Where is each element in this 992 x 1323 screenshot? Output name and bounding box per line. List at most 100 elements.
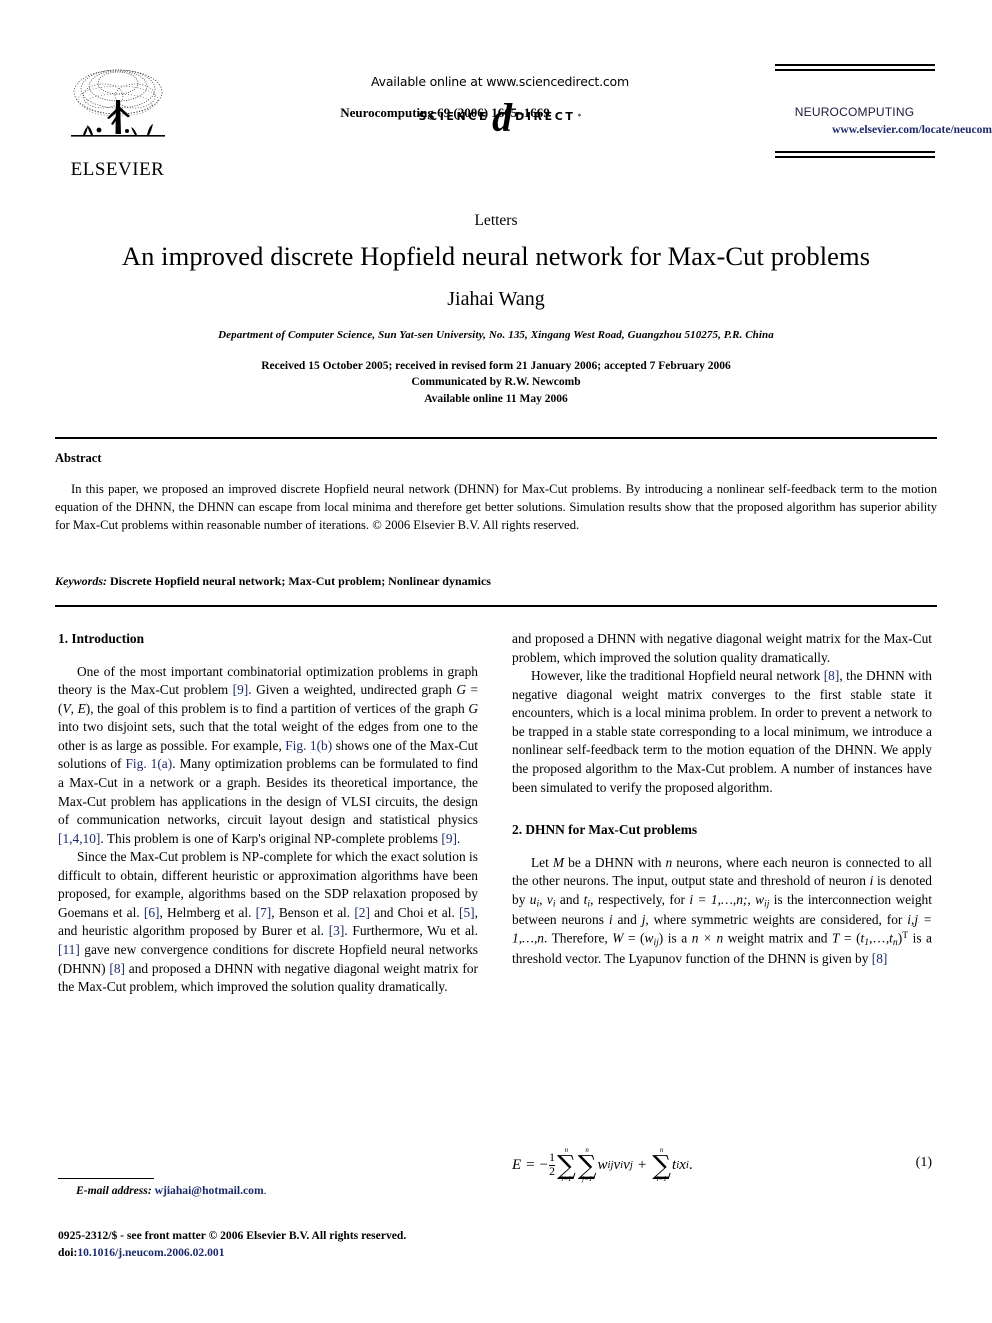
citation-ref-3[interactable]: [3] xyxy=(329,923,345,938)
elsevier-tree-icon xyxy=(70,69,165,137)
text-run: weight matrix and xyxy=(723,930,833,946)
citation-ref-7[interactable]: [7] xyxy=(256,905,272,920)
journal-citation-line: Neurocomputing 69 (2006) 1665–1669 xyxy=(340,105,550,120)
eq-term1-w: w xyxy=(597,1156,608,1173)
elsevier-wordmark: ELSEVIER xyxy=(70,159,165,180)
text-run: , xyxy=(539,891,547,907)
keywords-label: Keywords: xyxy=(55,574,107,588)
section-heading-introduction: 1. Introduction xyxy=(58,631,145,646)
citation-ref-6[interactable]: [6] xyxy=(144,905,160,920)
body-column-left: 1. Introduction One of the most importan… xyxy=(58,630,478,997)
eq-sum-1-sigma: ∑ xyxy=(556,1150,576,1181)
math-range-i: i = 1,…,n; xyxy=(689,891,748,907)
journal-title: NEUROCOMPUTING xyxy=(794,101,915,120)
text-run: , xyxy=(70,700,78,716)
text-run: . xyxy=(457,830,461,846)
citation-ref-1-4-10[interactable]: [1,4,10] xyxy=(58,831,100,846)
equation-1: E = − 1 2 n ∑ i=1 n ∑ j=1 w ij v i v j + n ∑ xyxy=(512,1147,932,1183)
history-available-online: Available online 11 May 2006 xyxy=(424,392,568,405)
history-received: Received 15 October 2005; received in re… xyxy=(261,360,731,372)
journal-homepage-link[interactable]: www.elsevier.com/locate/neucom xyxy=(792,124,992,136)
text-run: , where symmetric weights are considered… xyxy=(645,911,908,927)
email-address-link[interactable]: wjiahai@hotmail.com xyxy=(155,1184,264,1197)
eq-fraction-half: 1 2 xyxy=(549,1151,555,1178)
text-run: be a DHNN with xyxy=(564,854,666,870)
text-run: , Benson et al. xyxy=(271,904,355,920)
journal-rule-top xyxy=(774,64,935,71)
text-run: ), the goal of this problem is to find a… xyxy=(85,700,469,716)
email-period: . xyxy=(263,1184,267,1197)
text-run: , xyxy=(747,891,756,907)
eq-period: . xyxy=(688,1156,693,1173)
journal-masthead-box: NEUROCOMPUTING xyxy=(772,64,937,158)
page-title: An improved discrete Hopfield neural net… xyxy=(121,241,871,271)
eq-sum-2: n ∑ j=1 xyxy=(578,1147,597,1184)
footnote-email: E-mail address: wjiahai@hotmail.com. xyxy=(58,1184,478,1197)
abstract-body: In this paper, we proposed an improved d… xyxy=(55,482,937,533)
available-online-text: Available online at www.sciencedirect.co… xyxy=(371,74,629,89)
text-run: , Helmberg et al. xyxy=(159,904,256,920)
text-run: . Furthermore, Wu et al. xyxy=(344,923,478,939)
eq-minus: − xyxy=(539,1156,549,1173)
author-name: Jiahai Wang xyxy=(447,288,545,310)
text-run: However, like the traditional Hopfield n… xyxy=(531,668,824,684)
math-var-G: G xyxy=(456,682,467,698)
citation-ref-5[interactable]: [5] xyxy=(459,905,475,920)
citation-ref-8[interactable]: [8] xyxy=(109,961,125,976)
keywords-line: Keywords: Discrete Hopfield neural netwo… xyxy=(55,574,937,589)
abstract-heading: Abstract xyxy=(55,451,102,465)
text-run: . Therefore, xyxy=(544,930,613,946)
citation-ref-8c[interactable]: [8] xyxy=(872,951,888,966)
citation-ref-9b[interactable]: [9] xyxy=(441,831,457,846)
figure-ref-1b[interactable]: Fig. 1(b) xyxy=(285,738,332,753)
text-run: ,…, xyxy=(869,930,890,946)
text-run: . This problem is one of Karp's original… xyxy=(100,830,442,846)
abstract-rule-top xyxy=(55,437,937,439)
eq-term1-v2: v xyxy=(623,1156,630,1173)
copyright-line: 0925-2312/$ - see front matter © 2006 El… xyxy=(58,1229,407,1242)
eq-sum-3-sigma: ∑ xyxy=(652,1150,672,1181)
eq-plus: + xyxy=(637,1156,647,1173)
email-label: E-mail address: xyxy=(76,1184,152,1197)
history-communicated: Communicated by R.W. Newcomb xyxy=(411,376,581,389)
journal-rule-bottom xyxy=(774,151,935,158)
text-run: ) is a xyxy=(658,930,692,946)
text-run: = ( xyxy=(839,930,861,946)
text-run: Let xyxy=(531,854,553,870)
text-run: , the DHNN with negative diagonal weight… xyxy=(512,668,932,795)
equation-1-number: (1) xyxy=(915,1155,932,1170)
doi-label: doi: xyxy=(58,1245,78,1259)
keywords-value: Discrete Hopfield neural network; Max-Cu… xyxy=(110,574,491,588)
citation-ref-9[interactable]: [9] xyxy=(233,682,249,697)
footnote-rule xyxy=(58,1178,154,1179)
figure-ref-1a[interactable]: Fig. 1(a) xyxy=(125,756,172,771)
eq-lhs-E: E xyxy=(512,1156,522,1173)
text-run: = ( xyxy=(623,930,645,946)
math-nxn: n × n xyxy=(691,930,724,946)
imprint-block: 0925-2312/$ - see front matter © 2006 El… xyxy=(58,1228,498,1262)
citation-ref-11[interactable]: [11] xyxy=(58,942,80,957)
text-run: and xyxy=(612,911,642,927)
citation-ref-8b[interactable]: [8] xyxy=(824,668,840,683)
text-run: . Given a weighted, undirected graph xyxy=(248,682,457,698)
section-heading-dhnn: 2. DHNN for Max-Cut problems xyxy=(512,822,698,838)
eq-sum-1: n ∑ i=1 xyxy=(556,1147,576,1184)
equation-1-expression: E = − 1 2 n ∑ i=1 n ∑ j=1 w ij v i v j + n ∑ xyxy=(512,1147,932,1183)
eq-equals: = xyxy=(526,1156,535,1173)
eq-frac-denominator: 2 xyxy=(549,1164,555,1178)
abstract-rule-bottom xyxy=(55,605,937,607)
paragraph-intro-3: However, like the traditional Hopfield n… xyxy=(512,667,932,797)
sciencedirect-block: Available online at www.sciencedirect.co… xyxy=(250,74,750,138)
elsevier-logo: ELSEVIER xyxy=(55,62,180,181)
math-var-M: M xyxy=(552,854,565,870)
eq-term1-v1: v xyxy=(613,1156,621,1173)
author-affiliation: Department of Computer Science, Sun Yat-… xyxy=(218,329,774,341)
eq-term1-v2-sub: j xyxy=(629,1159,633,1172)
body-column-right: and proposed a DHNN with negative diagon… xyxy=(512,630,932,968)
text-run: and proposed a DHNN with negative diagon… xyxy=(512,631,932,665)
text-run: and xyxy=(555,891,584,907)
math-var-G2: G xyxy=(468,700,478,716)
citation-ref-2[interactable]: [2] xyxy=(354,905,370,920)
text-run: and Choi et al. xyxy=(369,904,460,920)
doi-link[interactable]: 10.1016/j.neucom.2006.02.001 xyxy=(77,1246,224,1259)
